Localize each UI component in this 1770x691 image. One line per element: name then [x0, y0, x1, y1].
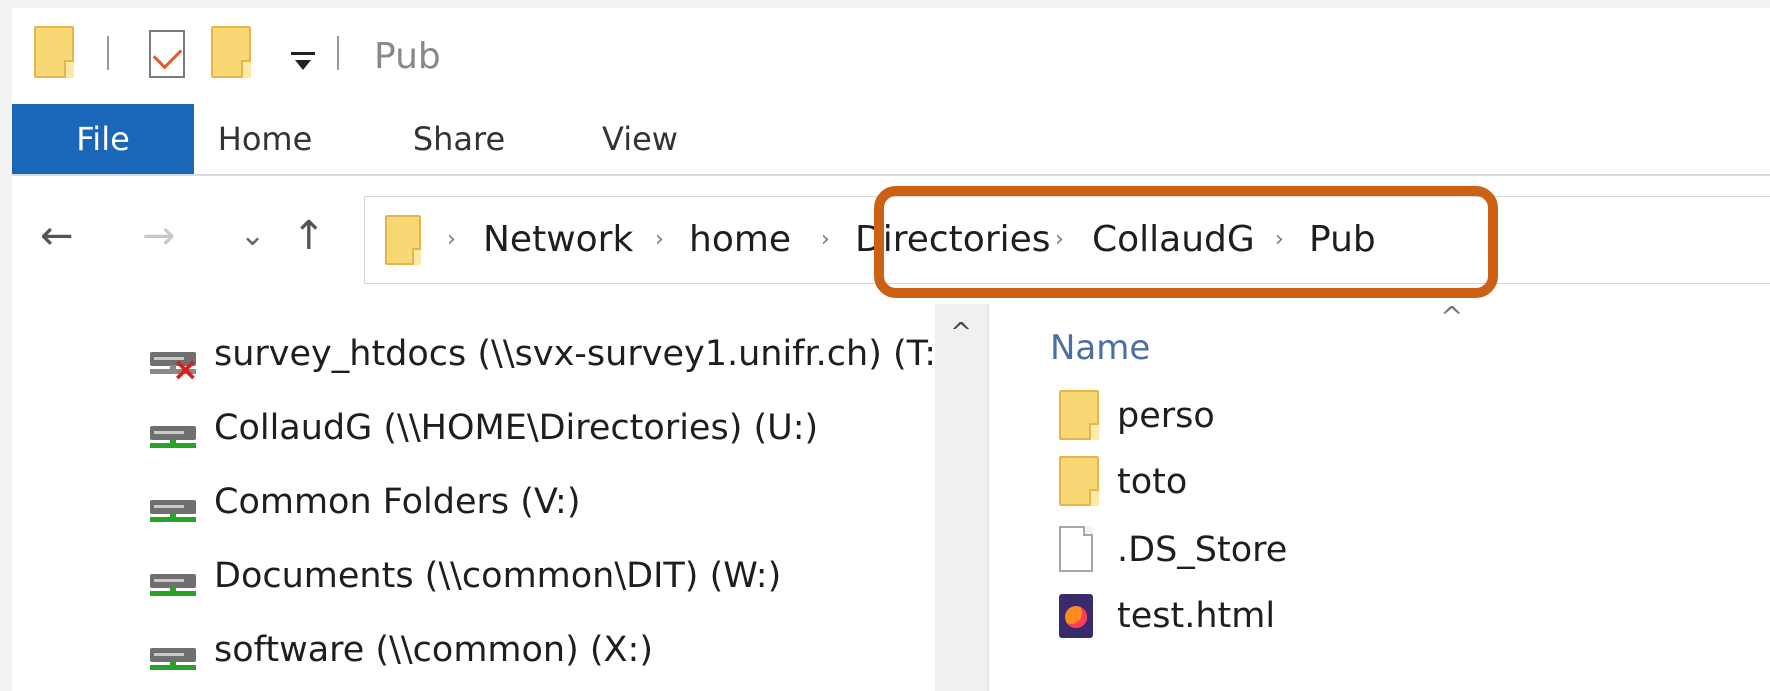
- file-name: perso: [1117, 396, 1215, 436]
- tree-item-label: CollaudG (\\HOME\Directories) (U:): [214, 408, 819, 448]
- tab-home[interactable]: Home: [205, 104, 325, 174]
- firefox-html-icon: [1059, 594, 1093, 638]
- list-item[interactable]: toto: [1055, 452, 1755, 518]
- column-header-name[interactable]: Name: [1050, 328, 1150, 368]
- tree-item-common-folders[interactable]: Common Folders (V:): [140, 474, 940, 534]
- tree-item-label: Documents (\\common\DIT) (W:): [214, 556, 782, 596]
- recent-locations-button[interactable]: ⌄: [240, 216, 265, 256]
- tab-share[interactable]: Share: [397, 104, 521, 174]
- tree-item-label: survey_htdocs (\\svx-survey1.unifr.ch) (…: [214, 334, 936, 374]
- list-item[interactable]: .DS_Store: [1055, 520, 1755, 586]
- toolbar-separator: [337, 36, 339, 70]
- tree-item-documents[interactable]: Documents (\\common\DIT) (W:): [140, 548, 940, 608]
- tree-item-label: software (\\common) (X:): [214, 630, 653, 670]
- customize-toolbar-icon[interactable]: [291, 48, 315, 74]
- list-item[interactable]: test.html: [1055, 586, 1755, 652]
- chevron-right-icon[interactable]: ›: [821, 227, 830, 252]
- forward-button[interactable]: →: [142, 216, 176, 256]
- tree-item-label: Common Folders (V:): [214, 482, 581, 522]
- scroll-up-button[interactable]: ^: [935, 318, 987, 348]
- ribbon-tabs: File Home Share View: [12, 104, 1770, 176]
- folder-icon[interactable]: [34, 26, 74, 78]
- network-drive-icon: [150, 426, 196, 452]
- tree-item-collaudg[interactable]: CollaudG (\\HOME\Directories) (U:): [140, 400, 940, 460]
- window-title: Pub: [374, 36, 441, 77]
- folder-icon: [385, 215, 421, 265]
- file-name: toto: [1117, 462, 1188, 502]
- pane-divider[interactable]: [987, 304, 989, 691]
- file-icon: [1059, 526, 1093, 572]
- tree-scrollbar[interactable]: [935, 304, 987, 691]
- folder-icon: [1059, 390, 1099, 440]
- network-drive-icon: [150, 500, 196, 526]
- file-name: test.html: [1117, 596, 1276, 636]
- tab-view[interactable]: View: [584, 104, 696, 174]
- sort-ascending-icon: ^: [1440, 300, 1464, 333]
- disconnected-network-drive-icon: ×: [150, 352, 199, 385]
- quick-access-toolbar: Pub: [12, 8, 1770, 104]
- explorer-window: Pub File Home Share View ← → ⌄ ↑ › Netwo…: [12, 8, 1770, 691]
- chevron-right-icon[interactable]: ›: [447, 227, 456, 252]
- tab-file[interactable]: File: [12, 104, 194, 174]
- tree-item-software[interactable]: software (\\common) (X:): [140, 622, 940, 682]
- list-item[interactable]: perso: [1055, 386, 1755, 452]
- network-drive-icon: [150, 574, 196, 600]
- file-name: .DS_Store: [1117, 530, 1288, 570]
- folder-icon: [1059, 456, 1099, 506]
- back-button[interactable]: ←: [40, 216, 74, 256]
- tree-item-survey-htdocs[interactable]: × survey_htdocs (\\svx-survey1.unifr.ch)…: [140, 326, 940, 386]
- up-button[interactable]: ↑: [292, 216, 326, 256]
- toolbar-separator: [107, 36, 109, 70]
- breadcrumb-home[interactable]: home: [689, 219, 791, 260]
- properties-icon[interactable]: [149, 30, 185, 78]
- chevron-right-icon[interactable]: ›: [655, 227, 664, 252]
- breadcrumb-network[interactable]: Network: [483, 219, 633, 260]
- network-drive-icon: [150, 648, 196, 674]
- new-folder-icon[interactable]: [211, 26, 251, 78]
- breadcrumb-highlight: [874, 186, 1498, 298]
